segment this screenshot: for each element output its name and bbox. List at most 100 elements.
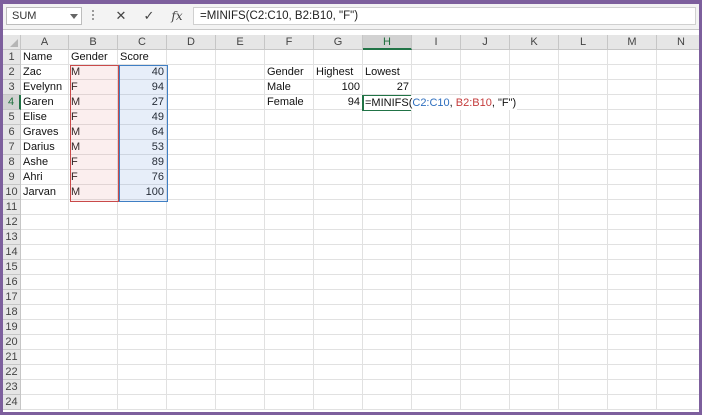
cell[interactable] xyxy=(21,215,69,230)
cell[interactable] xyxy=(657,305,699,320)
score-cell[interactable]: 40 xyxy=(118,65,167,80)
cell[interactable] xyxy=(559,275,608,290)
cell[interactable] xyxy=(608,65,657,80)
cell[interactable] xyxy=(657,275,699,290)
row-header-23[interactable]: 23 xyxy=(3,380,21,395)
row-header-22[interactable]: 22 xyxy=(3,365,21,380)
cell[interactable] xyxy=(461,155,510,170)
cell[interactable] xyxy=(216,245,265,260)
column-header-l[interactable]: L xyxy=(559,35,608,50)
cell[interactable] xyxy=(657,125,699,140)
row-header-8[interactable]: 8 xyxy=(3,155,21,170)
cell[interactable] xyxy=(21,395,69,410)
cell[interactable] xyxy=(314,290,363,305)
cell[interactable] xyxy=(363,50,412,65)
cell[interactable] xyxy=(608,155,657,170)
cell[interactable] xyxy=(510,335,559,350)
cell[interactable] xyxy=(314,50,363,65)
name-cell[interactable]: Evelynn xyxy=(21,80,69,95)
cell[interactable] xyxy=(216,140,265,155)
cell[interactable] xyxy=(461,65,510,80)
cell[interactable] xyxy=(69,215,118,230)
cell[interactable] xyxy=(412,350,461,365)
cell[interactable] xyxy=(118,380,167,395)
cell[interactable] xyxy=(216,110,265,125)
cell[interactable] xyxy=(167,185,216,200)
cell[interactable] xyxy=(314,395,363,410)
row-header-19[interactable]: 19 xyxy=(3,320,21,335)
cell[interactable] xyxy=(461,200,510,215)
cell[interactable] xyxy=(461,365,510,380)
row-header-17[interactable]: 17 xyxy=(3,290,21,305)
cell[interactable] xyxy=(216,230,265,245)
cell[interactable] xyxy=(265,350,314,365)
cell[interactable] xyxy=(461,125,510,140)
cell[interactable] xyxy=(216,290,265,305)
cell[interactable] xyxy=(510,290,559,305)
cell[interactable] xyxy=(510,80,559,95)
cell[interactable] xyxy=(69,380,118,395)
cell[interactable] xyxy=(314,170,363,185)
cell[interactable] xyxy=(510,155,559,170)
cell[interactable] xyxy=(69,305,118,320)
row-header-5[interactable]: 5 xyxy=(3,110,21,125)
cell[interactable] xyxy=(265,50,314,65)
cell[interactable] xyxy=(510,350,559,365)
cell[interactable] xyxy=(363,260,412,275)
cell[interactable] xyxy=(559,125,608,140)
cell[interactable] xyxy=(118,365,167,380)
cell[interactable] xyxy=(167,170,216,185)
summary-male-label[interactable]: Male xyxy=(265,80,314,95)
cell[interactable] xyxy=(216,95,265,110)
column-header-j[interactable]: J xyxy=(461,35,510,50)
column-header-m[interactable]: M xyxy=(608,35,657,50)
row-header-21[interactable]: 21 xyxy=(3,350,21,365)
enter-button[interactable]: ✓ xyxy=(138,7,160,25)
cell[interactable] xyxy=(69,200,118,215)
cell[interactable] xyxy=(363,335,412,350)
cell[interactable] xyxy=(363,320,412,335)
score-cell[interactable]: 100 xyxy=(118,185,167,200)
name-cell[interactable]: Garen xyxy=(21,95,69,110)
cell[interactable] xyxy=(461,320,510,335)
score-cell[interactable]: 53 xyxy=(118,140,167,155)
cell[interactable] xyxy=(559,380,608,395)
gender-cell[interactable]: M xyxy=(69,185,118,200)
cell[interactable] xyxy=(559,260,608,275)
gender-cell[interactable]: F xyxy=(69,80,118,95)
cell[interactable] xyxy=(363,215,412,230)
cell[interactable] xyxy=(657,380,699,395)
cell[interactable] xyxy=(314,335,363,350)
cell[interactable] xyxy=(608,170,657,185)
cell[interactable] xyxy=(216,305,265,320)
cell[interactable] xyxy=(412,140,461,155)
cell[interactable] xyxy=(167,275,216,290)
cell[interactable] xyxy=(559,140,608,155)
cell[interactable] xyxy=(461,170,510,185)
cell[interactable] xyxy=(559,80,608,95)
cell[interactable] xyxy=(69,350,118,365)
cell[interactable] xyxy=(21,260,69,275)
cell[interactable] xyxy=(314,110,363,125)
cell[interactable] xyxy=(216,350,265,365)
cell[interactable] xyxy=(657,290,699,305)
cell[interactable] xyxy=(118,245,167,260)
cell[interactable] xyxy=(314,185,363,200)
cell[interactable] xyxy=(167,260,216,275)
cell[interactable] xyxy=(608,320,657,335)
cell[interactable] xyxy=(657,140,699,155)
column-header-a[interactable]: A xyxy=(21,35,69,50)
name-cell[interactable]: Graves xyxy=(21,125,69,140)
cell[interactable] xyxy=(21,290,69,305)
gender-cell[interactable]: F xyxy=(69,110,118,125)
cell[interactable] xyxy=(216,80,265,95)
cell[interactable] xyxy=(412,50,461,65)
cell[interactable] xyxy=(608,380,657,395)
worksheet-grid[interactable]: ABCDEFGHIJKLMN 1 2 3 4 5 6 7 8 9 10 11 12 13 14 15 16 17… xyxy=(3,35,699,412)
select-all-button[interactable] xyxy=(3,35,21,50)
cell[interactable] xyxy=(608,245,657,260)
cell[interactable] xyxy=(559,215,608,230)
cell[interactable] xyxy=(510,230,559,245)
row-header-2[interactable]: 2 xyxy=(3,65,21,80)
cell[interactable] xyxy=(265,185,314,200)
